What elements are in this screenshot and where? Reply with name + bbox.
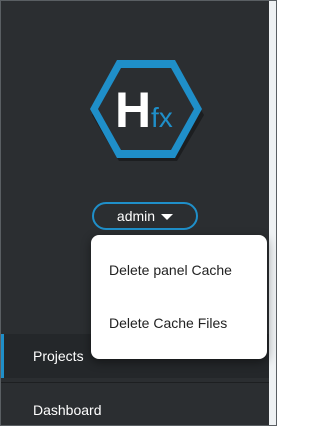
menu-item-label: Delete Cache Files	[109, 314, 228, 331]
username-label: admin	[116, 208, 156, 224]
app-frame: H fx admin Projects Dashboard Delete pan…	[0, 0, 277, 426]
hfx-logo: H fx	[90, 60, 204, 161]
logo-letter-main: H	[115, 82, 151, 138]
user-dropdown-menu: Delete panel Cache Delete Cache Files	[91, 235, 267, 359]
menu-item-delete-cache-files[interactable]: Delete Cache Files	[91, 296, 267, 349]
nav-item-label: Dashboard	[33, 402, 102, 418]
sidebar: H fx admin Projects Dashboard	[1, 1, 269, 425]
nav-divider	[1, 382, 269, 383]
menu-item-label: Delete panel Cache	[109, 261, 232, 278]
caret-down-icon	[161, 214, 174, 220]
nav-item-dashboard[interactable]: Dashboard	[1, 388, 269, 425]
menu-item-delete-panel-cache[interactable]: Delete panel Cache	[91, 243, 267, 296]
content-edge	[269, 1, 276, 425]
user-menu-button[interactable]: admin	[92, 202, 198, 230]
nav-item-label: Projects	[33, 348, 84, 364]
logo-letter-sub: fx	[151, 102, 173, 133]
